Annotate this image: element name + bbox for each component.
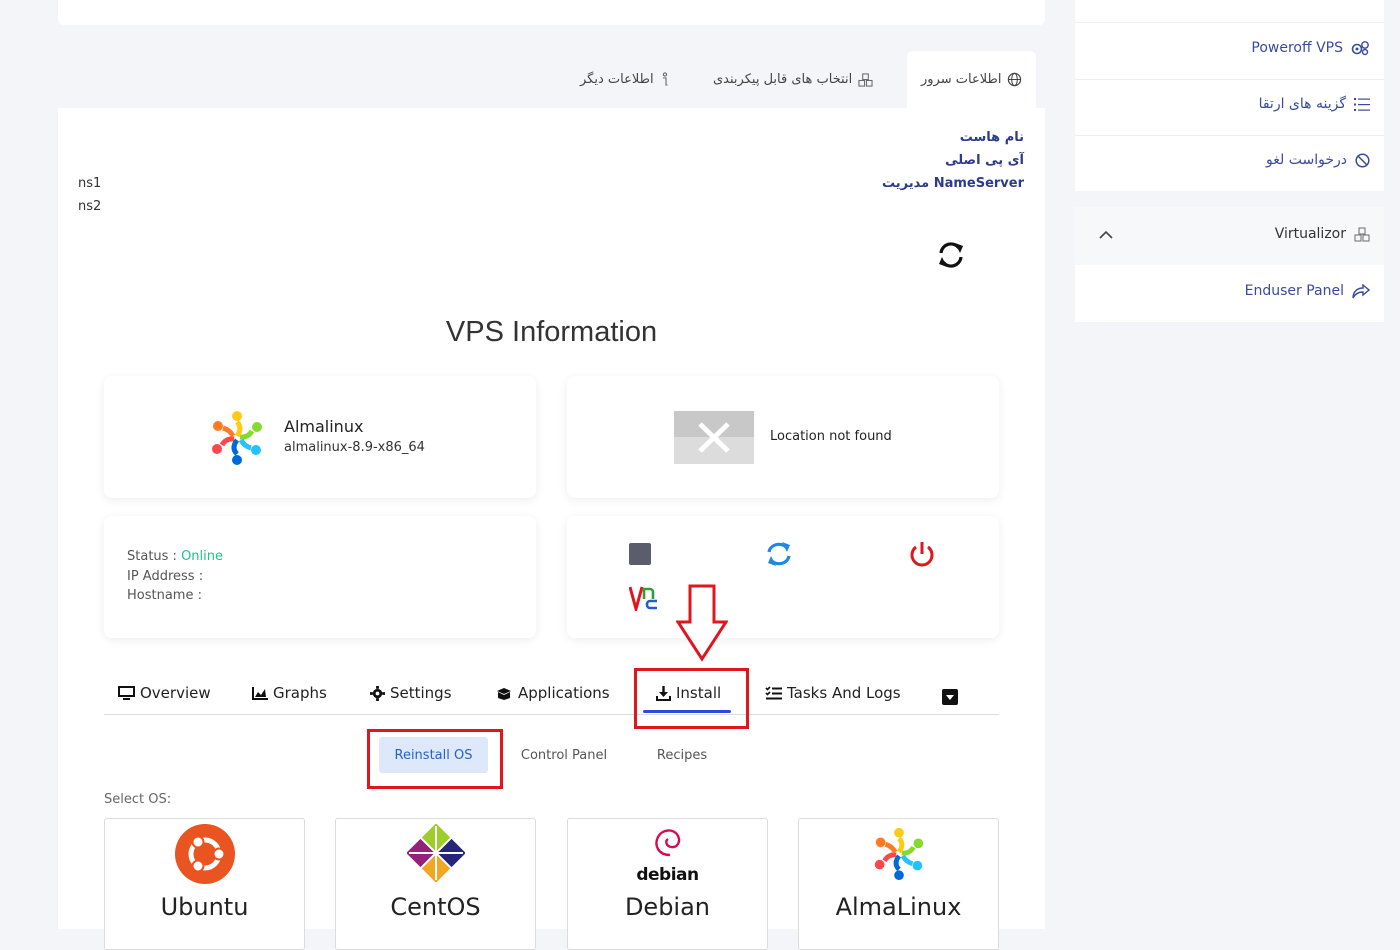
stop-icon[interactable] — [628, 543, 652, 565]
subtab-recipes[interactable]: Recipes — [642, 737, 722, 773]
status-label: Status : — [127, 549, 177, 564]
select-os-label: Select OS: — [104, 792, 172, 807]
status-row: Status : Online — [127, 547, 223, 567]
debian-logo-text: debian — [636, 865, 699, 885]
tab-configurable-options[interactable]: انتخاب های قابل پیکربندی — [713, 51, 873, 108]
nav-applications[interactable]: Applications — [495, 684, 610, 702]
os-card-centos[interactable]: CentOS — [335, 818, 536, 950]
cubes-icon — [858, 72, 873, 87]
caret-dropdown-icon[interactable] — [942, 689, 958, 705]
subtab-control-panel[interactable]: Control Panel — [510, 737, 618, 773]
nameserver-label: NameServer مدیریت — [881, 176, 1024, 191]
status-value: Online — [181, 549, 224, 564]
debian-swirl-icon — [655, 829, 681, 857]
chart-icon — [252, 686, 268, 700]
nav-label: Overview — [140, 684, 211, 702]
annotation-box-reinstall — [367, 729, 503, 789]
nav-label: Settings — [390, 684, 452, 702]
list-icon — [1354, 97, 1370, 111]
cubes-icon — [1354, 226, 1370, 242]
server-tabs: اطلاعات سرور انتخاب های قابل پیکربندی اط… — [58, 51, 1045, 108]
info-icon — [662, 72, 668, 86]
nav-label: Graphs — [273, 684, 327, 702]
ubuntu-logo-icon — [175, 824, 235, 884]
location-text: Location not found — [770, 429, 892, 444]
annotation-arrow-icon — [676, 584, 728, 662]
nav-graphs[interactable]: Graphs — [252, 684, 327, 702]
controls-card — [567, 516, 999, 638]
ban-icon — [1355, 152, 1370, 168]
os-card-almalinux[interactable]: AlmaLinux — [798, 818, 999, 950]
sidebar-virtualizor-card: Virtualizor Enduser Panel — [1075, 207, 1384, 322]
vps-info-title: VPS Information — [445, 316, 658, 348]
power-icon[interactable] — [908, 540, 936, 568]
centos-logo-icon — [407, 824, 465, 882]
vps-nav-bar: Overview Graphs Settings Applications In… — [104, 668, 999, 715]
vnc-icon[interactable] — [629, 585, 659, 611]
nav-tasks-logs[interactable]: Tasks And Logs — [765, 684, 901, 702]
cogs-icon — [1351, 41, 1369, 56]
sidebar-actions-card: Poweroff VPS گزینه های ارتقا درخواست لغو — [1075, 0, 1384, 191]
os-card-label: Debian — [624, 893, 711, 921]
sidebar-item-poweroff[interactable]: Poweroff VPS — [1251, 40, 1370, 56]
main-panel: نام هاست آی پی اصلی NameServer مدیریت ns… — [58, 108, 1045, 950]
sidebar-item-enduser-panel[interactable]: Enduser Panel — [1245, 283, 1370, 299]
box-icon — [497, 688, 511, 700]
tab-server-info[interactable]: اطلاعات سرور — [907, 51, 1037, 108]
os-info-card: Almalinux almalinux-8.9-x86_64 — [104, 376, 536, 498]
nav-overview[interactable]: Overview — [118, 684, 211, 702]
nav-label: Applications — [518, 684, 610, 702]
restart-icon[interactable] — [765, 541, 793, 567]
tasks-icon — [765, 686, 782, 700]
hostname-field-label: Hostname : — [127, 588, 202, 603]
globe-icon — [1008, 72, 1022, 87]
ip-address-label: IP Address : — [127, 568, 204, 584]
os-card-debian[interactable]: debian Debian — [567, 818, 768, 950]
os-card-label: AlmaLinux — [835, 893, 962, 921]
os-card-label: Ubuntu — [160, 893, 249, 921]
os-card-label: CentOS — [390, 893, 481, 921]
ns2-value: ns2 — [78, 199, 102, 214]
os-name: Almalinux — [284, 417, 364, 436]
share-icon — [1352, 283, 1370, 298]
refresh-icon[interactable] — [936, 240, 966, 270]
chevron-up-icon[interactable] — [1099, 230, 1113, 240]
server-info-labels: نام هاست آی پی اصلی NameServer مدیریت — [882, 126, 1024, 195]
almalinux-logo-icon — [874, 827, 924, 881]
nameserver-values: ns1 ns2 — [78, 172, 101, 218]
sidebar-item-upgrade-options[interactable]: گزینه های ارتقا — [1259, 96, 1370, 112]
gear-icon — [370, 685, 385, 701]
location-missing-icon — [674, 411, 754, 464]
top-card — [58, 0, 1045, 25]
tab-label: انتخاب های قابل پیکربندی — [713, 72, 853, 87]
panel-title: Virtualizor — [1274, 226, 1346, 242]
annotation-box-install — [634, 668, 749, 729]
almalinux-logo-icon — [212, 411, 262, 465]
sidebar-item-label: درخواست لغو — [1266, 152, 1347, 168]
virtualizor-title: Virtualizor — [1275, 226, 1370, 242]
sidebar-item-cancel-request[interactable]: درخواست لغو — [1266, 152, 1370, 168]
os-card-ubuntu[interactable]: Ubuntu — [104, 818, 305, 950]
status-card: Status : Online IP Address : Hostname : — [104, 516, 536, 638]
ip-label: آی پی اصلی — [945, 153, 1024, 168]
monitor-icon — [118, 686, 135, 700]
tab-label: اطلاعات دیگر — [580, 72, 654, 87]
nav-settings[interactable]: Settings — [370, 684, 452, 702]
hostname-label: نام هاست — [959, 130, 1024, 145]
tab-other-info[interactable]: اطلاعات دیگر — [580, 51, 670, 108]
nav-label: Tasks And Logs — [787, 684, 901, 702]
location-card: Location not found — [567, 376, 999, 498]
ns1-value: ns1 — [78, 176, 102, 191]
sidebar-item-label: Poweroff VPS — [1251, 40, 1343, 56]
tab-label: اطلاعات سرور — [921, 72, 1002, 87]
sidebar-item-label: Enduser Panel — [1244, 283, 1344, 299]
os-version: almalinux-8.9-x86_64 — [284, 440, 425, 455]
sidebar-item-label: گزینه های ارتقا — [1258, 96, 1346, 112]
